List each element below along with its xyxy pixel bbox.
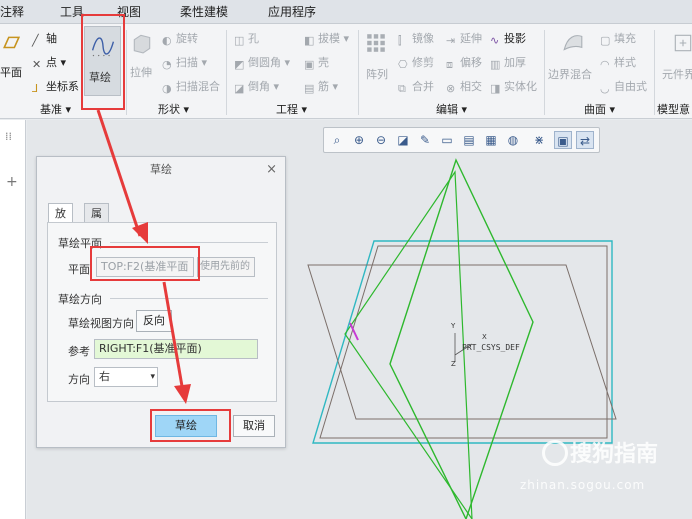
arrow-1 xyxy=(96,109,142,237)
watermark-logo-icon xyxy=(542,440,568,466)
arrow-2 xyxy=(162,281,185,393)
arrow-2-head xyxy=(174,384,191,404)
watermark-brand: 搜狗指南 xyxy=(542,436,658,468)
arrow-1-head xyxy=(132,222,148,244)
watermark-url: zhinan.sogou.com xyxy=(520,478,646,492)
